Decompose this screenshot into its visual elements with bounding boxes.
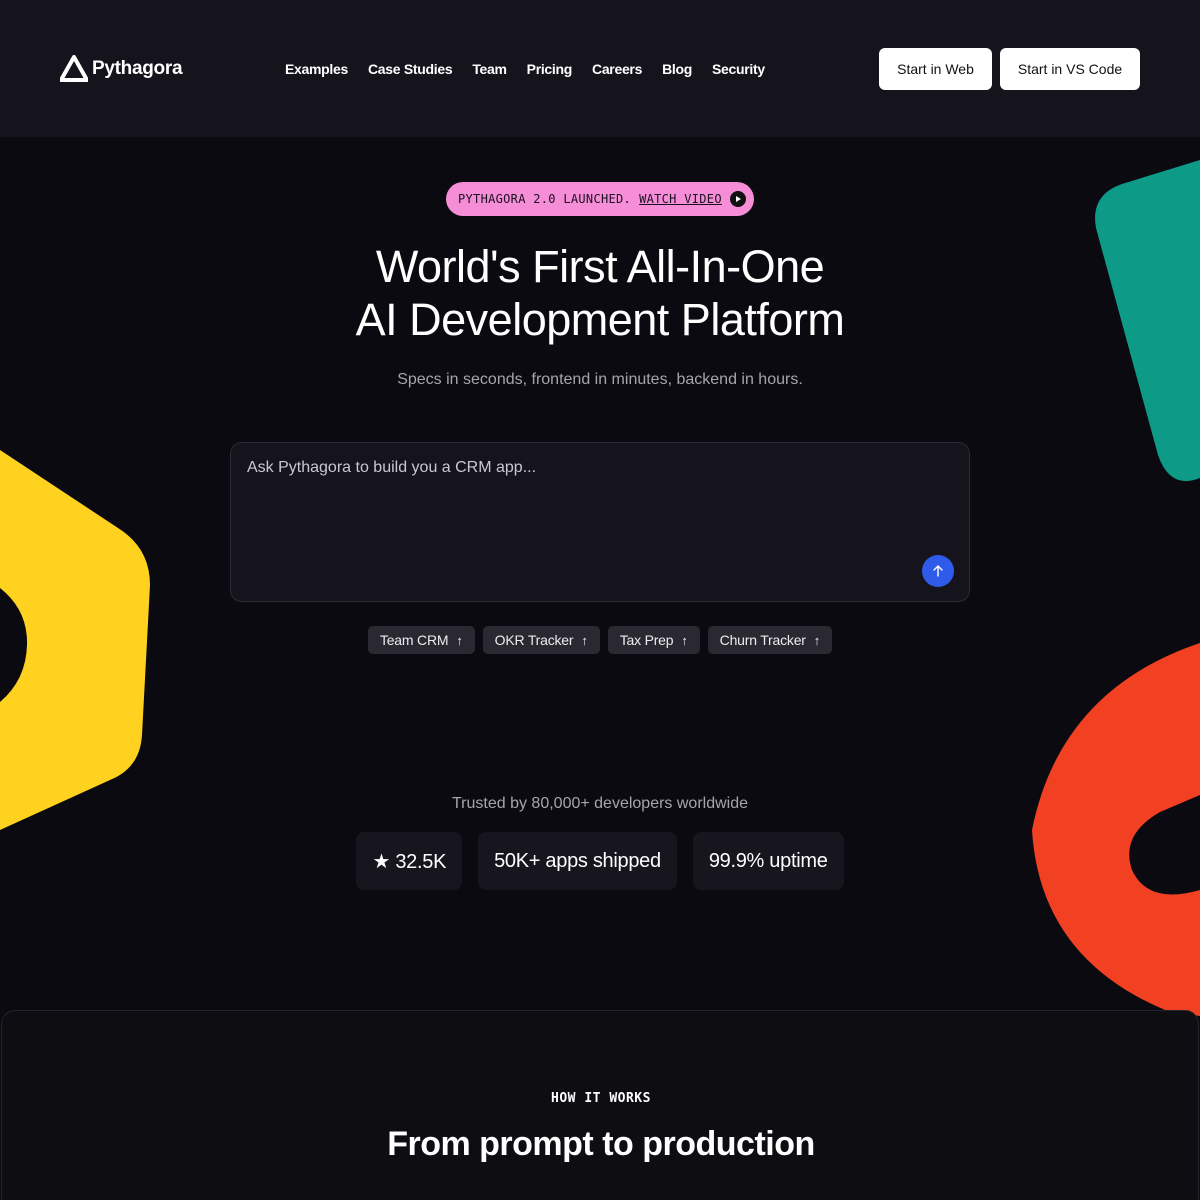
prompt-input[interactable]: [247, 459, 927, 559]
start-in-web-button[interactable]: Start in Web: [879, 48, 992, 90]
logo-text: Pythagora: [92, 58, 183, 79]
chip-label: Tax Prep: [619, 632, 674, 648]
stats-row: ★ 32.5K 50K+ apps shipped 99.9% uptime: [0, 832, 1200, 890]
nav-pricing[interactable]: Pricing: [527, 60, 573, 78]
stat-github-stars: ★ 32.5K: [356, 832, 463, 890]
hero-title-line1: World's First All-In-One: [375, 241, 825, 292]
trusted-by-text: Trusted by 80,000+ developers worldwide: [451, 795, 749, 812]
start-in-vscode-button[interactable]: Start in VS Code: [1000, 48, 1140, 90]
chip-team-crm[interactable]: Team CRM ↑: [367, 626, 475, 654]
send-button[interactable]: [922, 555, 954, 587]
how-it-works-section: HOW IT WORKS From prompt to production: [1, 1010, 1199, 1200]
stat-apps-shipped: 50K+ apps shipped: [478, 832, 677, 890]
main-nav: Examples Case Studies Team Pricing Caree…: [285, 60, 785, 78]
arrow-up-icon: ↑: [681, 632, 688, 648]
arrow-up-icon: ↑: [813, 632, 821, 648]
stat-uptime: 99.9% uptime: [692, 832, 844, 890]
suggestion-chips: Team CRM ↑ OKR Tracker ↑ Tax Prep ↑ Chur…: [0, 626, 1200, 654]
play-icon[interactable]: [729, 191, 746, 207]
nav-careers[interactable]: Careers: [592, 60, 642, 78]
how-it-works-title: From prompt to production: [387, 1125, 815, 1163]
chip-churn-tracker[interactable]: Churn Tracker ↑: [707, 626, 833, 654]
triangle-logo-icon: [60, 55, 88, 82]
nav-security[interactable]: Security: [712, 60, 765, 78]
arrow-up-icon: ↑: [581, 632, 588, 648]
nav-team[interactable]: Team: [472, 60, 507, 78]
chip-label: OKR Tracker: [494, 632, 574, 648]
site-header: Pythagora Examples Case Studies Team Pri…: [0, 0, 1200, 137]
announcement-banner[interactable]: PYTHAGORA 2.0 LAUNCHED. WATCH VIDEO: [446, 182, 754, 216]
logo[interactable]: Pythagora: [60, 55, 183, 83]
arrow-up-icon: [933, 565, 943, 577]
chip-okr-tracker[interactable]: OKR Tracker ↑: [482, 626, 600, 654]
prompt-box: [230, 442, 970, 602]
how-it-works-eyebrow: HOW IT WORKS: [551, 1091, 651, 1106]
nav-blog[interactable]: Blog: [662, 60, 692, 78]
announcement-text: PYTHAGORA 2.0 LAUNCHED.: [458, 192, 632, 206]
nav-examples[interactable]: Examples: [285, 60, 348, 78]
chip-tax-prep[interactable]: Tax Prep ↑: [607, 626, 700, 654]
chip-label: Team CRM: [379, 632, 449, 648]
hero-subtitle: Specs in seconds, frontend in minutes, b…: [397, 371, 803, 388]
hero-title-line2: AI Development Platform: [355, 294, 845, 345]
chip-label: Churn Tracker: [719, 632, 806, 648]
hero-title: World's First All-In-One AI Development …: [0, 240, 1200, 346]
arrow-up-icon: ↑: [456, 632, 463, 648]
nav-case-studies[interactable]: Case Studies: [368, 60, 453, 78]
orange-shape: [1032, 643, 1200, 1016]
watch-video-link[interactable]: WATCH VIDEO: [639, 192, 722, 206]
